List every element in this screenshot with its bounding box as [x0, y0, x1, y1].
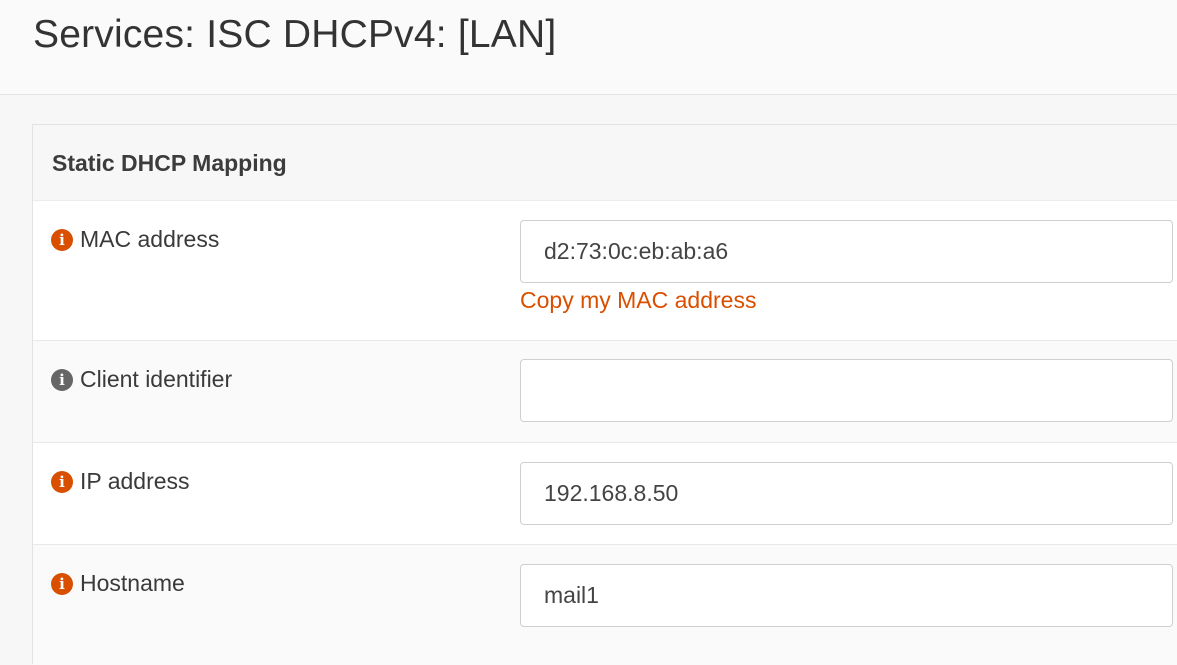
ip-address-input[interactable]: [520, 462, 1173, 525]
mac-address-input[interactable]: [520, 220, 1173, 283]
page-title: Services: ISC DHCPv4: [LAN]: [33, 13, 557, 56]
hostname-label-group: i Hostname: [51, 570, 185, 597]
ip-address-row: i IP address: [33, 443, 1177, 545]
info-icon[interactable]: i: [51, 470, 73, 493]
hostname-label: Hostname: [80, 570, 185, 596]
panel-heading: Static DHCP Mapping: [33, 125, 1177, 201]
copy-mac-address-link[interactable]: Copy my MAC address: [520, 287, 756, 314]
page-header: Services: ISC DHCPv4: [LAN]: [0, 0, 1177, 95]
panel-title: Static DHCP Mapping: [52, 150, 287, 176]
static-mapping-panel: Static DHCP Mapping i MAC address Copy m…: [32, 124, 1177, 665]
client-identifier-input[interactable]: [520, 359, 1173, 422]
client-identifier-label-group: i Client identifier: [51, 366, 232, 393]
client-identifier-row: i Client identifier: [33, 341, 1177, 443]
ip-address-label: IP address: [80, 468, 190, 494]
mac-address-row: i MAC address Copy my MAC address: [33, 201, 1177, 341]
mac-address-label-group: i MAC address: [51, 226, 219, 253]
hostname-row: i Hostname: [33, 545, 1177, 665]
mac-address-label: MAC address: [80, 226, 220, 252]
info-icon[interactable]: i: [51, 228, 73, 251]
ip-address-label-group: i IP address: [51, 468, 190, 495]
info-icon[interactable]: i: [51, 368, 73, 391]
hostname-input[interactable]: [520, 564, 1173, 627]
client-identifier-label: Client identifier: [80, 366, 233, 392]
info-icon[interactable]: i: [51, 572, 73, 595]
